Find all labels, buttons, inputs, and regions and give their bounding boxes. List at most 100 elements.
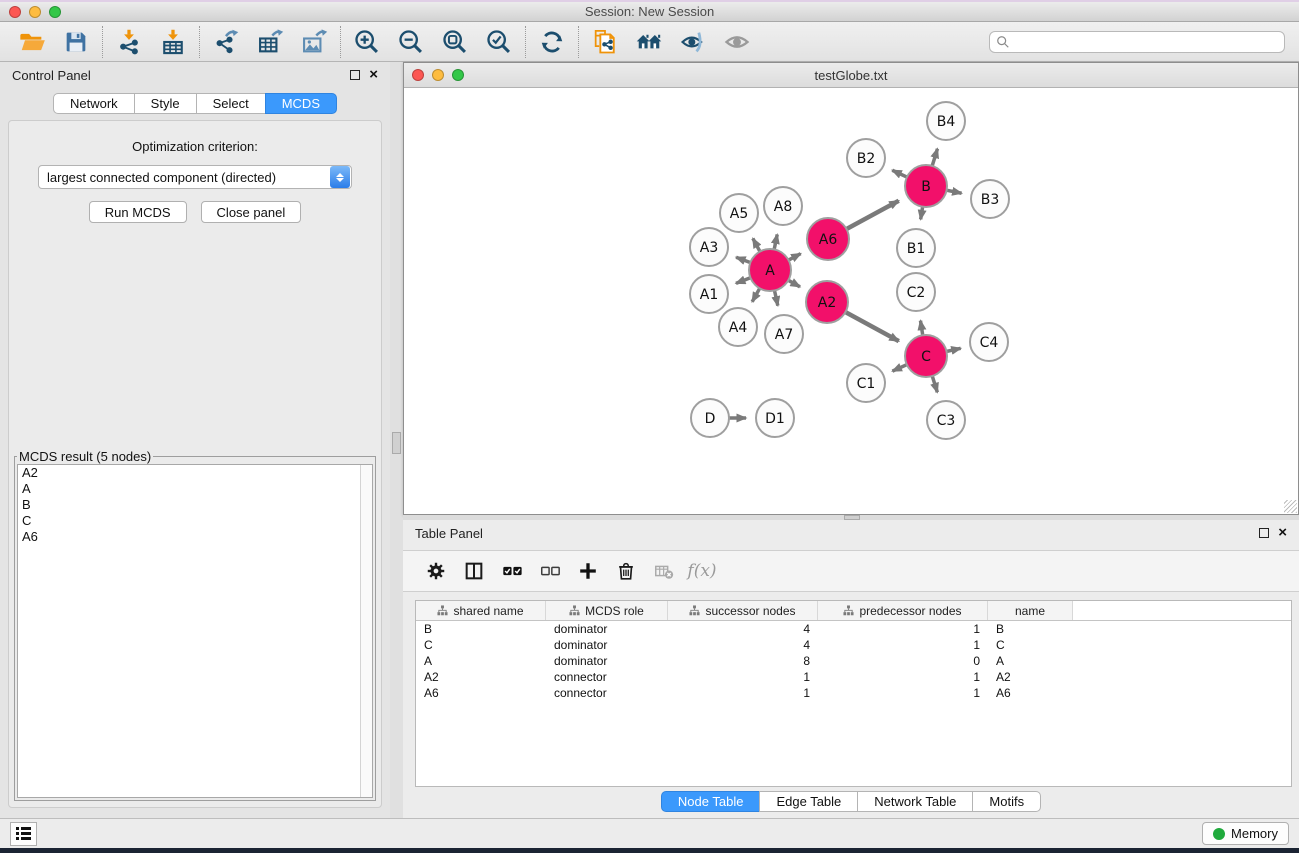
table-cell[interactable]: A bbox=[988, 653, 1073, 669]
delete-columns-button[interactable] bbox=[607, 554, 645, 588]
result-list-item[interactable]: A2 bbox=[18, 465, 372, 481]
column-header-MCDS-role[interactable]: MCDS role bbox=[546, 601, 668, 620]
table-cell[interactable]: 4 bbox=[668, 637, 818, 653]
network-canvas[interactable]: B4B2BB3B1A5A8A6A3AA1A2C2A4A7C4CC1C3DD1 bbox=[405, 89, 1297, 513]
edge-A2-C[interactable] bbox=[844, 311, 899, 341]
node-A1[interactable]: A1 bbox=[690, 275, 728, 313]
tab-node-table[interactable]: Node Table bbox=[661, 791, 761, 812]
result-list-item[interactable]: B bbox=[18, 497, 372, 513]
open-file-button[interactable] bbox=[10, 24, 54, 60]
column-header-predecessor-nodes[interactable]: predecessor nodes bbox=[818, 601, 988, 620]
table-cell[interactable]: connector bbox=[546, 685, 668, 701]
node-A[interactable]: A bbox=[749, 249, 791, 291]
node-C2[interactable]: C2 bbox=[897, 273, 935, 311]
zoom-in-button[interactable] bbox=[345, 24, 389, 60]
table-row[interactable]: A2connector11A2 bbox=[416, 669, 1291, 685]
table-cell[interactable]: C bbox=[988, 637, 1073, 653]
node-A2[interactable]: A2 bbox=[806, 281, 848, 323]
create-column-button[interactable] bbox=[569, 554, 607, 588]
table-cell[interactable]: dominator bbox=[546, 653, 668, 669]
tab-style[interactable]: Style bbox=[134, 93, 197, 114]
table-cell[interactable]: B bbox=[416, 621, 546, 637]
column-header-name[interactable]: name bbox=[988, 601, 1073, 620]
table-cell[interactable]: dominator bbox=[546, 621, 668, 637]
node-B[interactable]: B bbox=[905, 165, 947, 207]
node-C[interactable]: C bbox=[905, 335, 947, 377]
tab-edge-table[interactable]: Edge Table bbox=[759, 791, 858, 812]
memory-button[interactable]: Memory bbox=[1202, 822, 1289, 845]
node-C1[interactable]: C1 bbox=[847, 364, 885, 402]
table-cell[interactable]: B bbox=[988, 621, 1073, 637]
export-table-button[interactable] bbox=[248, 24, 292, 60]
search-input[interactable] bbox=[1014, 33, 1278, 51]
optimization-criterion-dropdown[interactable]: largest connected component (directed) bbox=[38, 165, 352, 189]
task-history-button[interactable] bbox=[10, 822, 37, 846]
network-window-titlebar[interactable]: testGlobe.txt bbox=[404, 63, 1298, 88]
edge-A6-B[interactable] bbox=[845, 201, 899, 230]
table-cell[interactable]: A2 bbox=[416, 669, 546, 685]
table-cell[interactable]: 8 bbox=[668, 653, 818, 669]
hide-selected-button[interactable] bbox=[671, 24, 715, 60]
table-cell[interactable]: A2 bbox=[988, 669, 1073, 685]
delete-table-button[interactable] bbox=[645, 554, 683, 588]
result-list-item[interactable]: A bbox=[18, 481, 372, 497]
result-list-item[interactable]: C bbox=[18, 513, 372, 529]
table-cell[interactable]: dominator bbox=[546, 637, 668, 653]
export-image-button[interactable] bbox=[292, 24, 336, 60]
show-all-button[interactable] bbox=[715, 24, 759, 60]
table-cell[interactable]: C bbox=[416, 637, 546, 653]
table-row[interactable]: Cdominator41C bbox=[416, 637, 1291, 653]
first-neighbors-button[interactable] bbox=[627, 24, 671, 60]
node-A3[interactable]: A3 bbox=[690, 228, 728, 266]
node-C3[interactable]: C3 bbox=[927, 401, 965, 439]
zoom-fit-button[interactable] bbox=[433, 24, 477, 60]
apply-layout-button[interactable] bbox=[530, 24, 574, 60]
node-B2[interactable]: B2 bbox=[847, 139, 885, 177]
table-cell[interactable]: 0 bbox=[818, 653, 988, 669]
node-B4[interactable]: B4 bbox=[927, 102, 965, 140]
table-row[interactable]: Bdominator41B bbox=[416, 621, 1291, 637]
close-panel-icon[interactable]: × bbox=[369, 70, 378, 80]
table-row[interactable]: Adominator80A bbox=[416, 653, 1291, 669]
edge-B-B4[interactable] bbox=[932, 149, 938, 168]
tab-mcds[interactable]: MCDS bbox=[265, 93, 337, 114]
table-mode-button[interactable] bbox=[417, 554, 455, 588]
vertical-split-divider[interactable] bbox=[390, 62, 403, 818]
zoom-selected-button[interactable] bbox=[477, 24, 521, 60]
column-header-successor-nodes[interactable]: successor nodes bbox=[668, 601, 818, 620]
node-A4[interactable]: A4 bbox=[719, 308, 757, 346]
table-cell[interactable]: connector bbox=[546, 669, 668, 685]
node-D1[interactable]: D1 bbox=[756, 399, 794, 437]
save-session-button[interactable] bbox=[54, 24, 98, 60]
mcds-result-list[interactable]: A2ABCA6 bbox=[17, 464, 373, 798]
tab-network-table[interactable]: Network Table bbox=[857, 791, 973, 812]
import-network-button[interactable] bbox=[107, 24, 151, 60]
tab-network[interactable]: Network bbox=[53, 93, 135, 114]
new-session-from-network-button[interactable] bbox=[583, 24, 627, 60]
result-scrollbar[interactable] bbox=[360, 465, 372, 797]
float-panel-icon[interactable] bbox=[350, 70, 360, 80]
deselect-all-button[interactable] bbox=[531, 554, 569, 588]
node-A8[interactable]: A8 bbox=[764, 187, 802, 225]
table-cell[interactable]: A6 bbox=[416, 685, 546, 701]
node-A6[interactable]: A6 bbox=[807, 218, 849, 260]
table-cell[interactable]: A6 bbox=[988, 685, 1073, 701]
node-D[interactable]: D bbox=[691, 399, 729, 437]
import-table-button[interactable] bbox=[151, 24, 195, 60]
run-mcds-button[interactable]: Run MCDS bbox=[89, 201, 187, 223]
node-A5[interactable]: A5 bbox=[720, 194, 758, 232]
export-network-button[interactable] bbox=[204, 24, 248, 60]
close-panel-icon[interactable]: × bbox=[1278, 528, 1287, 538]
divider-handle[interactable] bbox=[392, 432, 401, 454]
table-cell[interactable]: 1 bbox=[818, 637, 988, 653]
table-cell[interactable]: 1 bbox=[818, 669, 988, 685]
table-cell[interactable]: 1 bbox=[668, 669, 818, 685]
table-cell[interactable]: 1 bbox=[818, 621, 988, 637]
tab-motifs[interactable]: Motifs bbox=[972, 791, 1041, 812]
table-row[interactable]: A6connector11A6 bbox=[416, 685, 1291, 701]
close-panel-button[interactable]: Close panel bbox=[201, 201, 302, 223]
tab-select[interactable]: Select bbox=[196, 93, 266, 114]
function-builder-button[interactable]: f(x) bbox=[683, 554, 721, 588]
node-C4[interactable]: C4 bbox=[970, 323, 1008, 361]
table-cell[interactable]: 4 bbox=[668, 621, 818, 637]
